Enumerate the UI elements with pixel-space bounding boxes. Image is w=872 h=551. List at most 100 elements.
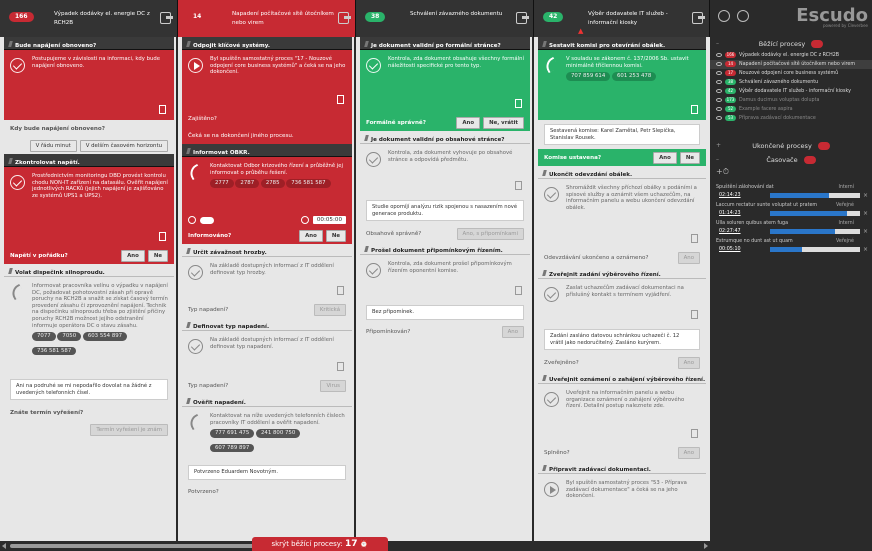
decision-button[interactable]: Ne <box>147 249 168 262</box>
running-process-item[interactable]: 38 Schválení závazného dokumentu <box>710 78 872 87</box>
comment-note[interactable]: Ani na podruhé se mi nepodařilo dovolat … <box>10 379 168 400</box>
document-icon[interactable] <box>515 99 522 108</box>
document-icon[interactable] <box>159 232 166 241</box>
scroll-right-icon[interactable] <box>704 543 708 549</box>
phone-number[interactable]: 241 800 750 <box>255 429 301 438</box>
decision-button[interactable]: Ne <box>679 151 700 164</box>
timers-header[interactable]: – Časovače <box>710 153 872 167</box>
decision-button[interactable]: Ano, s připomínkami <box>456 227 524 240</box>
document-icon[interactable] <box>515 181 522 190</box>
scroll-thumb[interactable] <box>10 544 265 548</box>
stop-icon[interactable] <box>188 216 196 224</box>
eye-icon[interactable] <box>716 52 722 57</box>
hide-running-processes-tab[interactable]: skrýt běžící procesy: 17 ⏰ <box>252 537 388 551</box>
check-icon[interactable] <box>10 175 25 190</box>
eye-icon[interactable] <box>716 115 722 120</box>
decision-button[interactable]: Ano <box>121 249 145 262</box>
timer-time[interactable]: 01:14:23 <box>719 211 741 216</box>
phone-number[interactable]: 707 859 614 <box>566 72 611 81</box>
timer-toggle[interactable] <box>200 216 214 224</box>
check-icon[interactable] <box>366 58 381 73</box>
check-icon[interactable] <box>544 187 559 202</box>
document-icon[interactable] <box>691 105 698 114</box>
decision-button[interactable]: Ano <box>501 326 524 338</box>
decision-button[interactable]: V delším časovém horizontu <box>79 139 168 152</box>
running-process-item[interactable]: 166 Výpadek dodávky el. energie DC z RCH2… <box>710 51 872 60</box>
check-icon[interactable] <box>366 152 381 167</box>
decision-button[interactable]: Ano <box>456 116 481 129</box>
phone-number[interactable]: 601 253 478 <box>611 72 657 81</box>
timer-item[interactable]: Laccum rectatur sunte voluptat ut pratem… <box>710 203 872 221</box>
document-icon[interactable] <box>337 95 344 104</box>
timer-time[interactable]: 00:05:10 <box>719 247 741 252</box>
eye-icon[interactable] <box>716 61 722 66</box>
decision-button[interactable]: Ano <box>653 151 677 164</box>
phone-number[interactable]: 603 554 897 <box>82 332 128 341</box>
phone-number[interactable]: 736 581 587 <box>32 346 77 356</box>
exit-icon[interactable] <box>516 12 529 24</box>
decision-button[interactable]: Ano <box>677 446 700 459</box>
running-process-item[interactable]: 173 Damus ducimus voluptas dolupta <box>710 96 872 105</box>
scroll-left-icon[interactable] <box>2 543 6 549</box>
document-icon[interactable] <box>691 310 698 319</box>
running-process-item[interactable]: 14 Napadení počítačové sítě útočníkem neb… <box>710 60 872 69</box>
decision-button[interactable]: Kritická <box>313 303 346 316</box>
headset-icon[interactable] <box>718 10 730 22</box>
exit-icon[interactable] <box>338 12 351 24</box>
close-icon[interactable]: × <box>863 210 868 217</box>
decision-button[interactable]: Ano <box>677 356 700 369</box>
decision-button[interactable]: Ne, vrátit <box>483 116 524 129</box>
eye-icon[interactable] <box>716 106 722 111</box>
comment-note[interactable]: Potvrzeno Eduardem Novotným. <box>188 465 346 480</box>
decision-button[interactable]: Termín vyřešení je znám <box>90 423 168 436</box>
exit-icon[interactable] <box>692 12 705 24</box>
play-icon[interactable] <box>544 482 559 497</box>
document-icon[interactable] <box>159 105 166 114</box>
running-process-item[interactable]: 42 Výběr dodavatele IT služeb - informačn… <box>710 87 872 96</box>
comment-note[interactable]: Sestavená komise: Karel Zamětal, Petr Sl… <box>544 124 700 145</box>
eye-icon[interactable] <box>716 97 722 102</box>
decision-button[interactable]: Virus <box>320 379 346 392</box>
check-icon[interactable] <box>366 263 381 278</box>
eye-icon[interactable] <box>716 70 722 75</box>
decision-button[interactable]: V řádu minut <box>29 139 77 152</box>
phone-number[interactable]: 2787 <box>235 179 260 188</box>
alarm-icon[interactable] <box>737 10 749 22</box>
check-icon[interactable] <box>188 339 203 354</box>
running-process-item[interactable]: 17 Nouzové odpojení core business systémů <box>710 69 872 78</box>
phone-number[interactable]: 2785 <box>260 179 285 188</box>
eye-icon[interactable] <box>716 79 722 84</box>
close-icon[interactable]: × <box>863 246 868 253</box>
timer-item[interactable]: Ulla soluren quibus atem fuga Interní 02:2… <box>710 221 872 239</box>
document-icon[interactable] <box>691 234 698 243</box>
phone-number[interactable]: 777 691 475 <box>210 429 255 438</box>
document-icon[interactable] <box>337 286 344 295</box>
document-icon[interactable] <box>515 286 522 295</box>
document-icon[interactable] <box>337 362 344 371</box>
comment-note[interactable]: Studie opomíjí analýzu rizik spojenou s … <box>366 200 524 221</box>
timer-time[interactable]: 02:27:47 <box>719 229 741 234</box>
decision-button[interactable]: Ano <box>299 229 323 242</box>
phone-number[interactable]: 7050 <box>57 332 82 341</box>
phone-number[interactable]: 736 581 587 <box>286 179 331 188</box>
check-icon[interactable] <box>188 265 203 280</box>
phone-number[interactable]: 607 789 897 <box>210 443 255 453</box>
play-icon[interactable] <box>188 58 203 73</box>
close-icon[interactable]: × <box>863 228 868 235</box>
running-process-item[interactable]: 52 Example facere aspira <box>710 105 872 114</box>
decision-button[interactable]: Ano <box>677 251 700 264</box>
add-timer-icon[interactable]: +⏱ <box>716 167 729 177</box>
check-icon[interactable] <box>544 287 559 302</box>
decision-button[interactable]: Ne <box>325 229 346 242</box>
phone-number[interactable]: 7077 <box>32 332 56 341</box>
running-header[interactable]: – Běžící procesy <box>710 37 872 51</box>
comment-note[interactable]: Bez připomínek. <box>366 305 524 320</box>
timer-time[interactable]: 02:14:23 <box>719 193 741 198</box>
ended-header[interactable]: + Ukončené procesy <box>710 139 872 153</box>
comment-note[interactable]: Zadání zasláno datovou schránkou uchazeč… <box>544 329 700 350</box>
timer-value[interactable]: 00:05:00 <box>312 216 346 224</box>
timer-item[interactable]: Estrumque no dunt ast ut quam Veřejné 00:0… <box>710 239 872 257</box>
running-process-item[interactable]: 53 Příprava zadávací dokumentace <box>710 114 872 123</box>
phone-number[interactable]: 2777 <box>210 179 234 188</box>
close-icon[interactable]: × <box>863 192 868 199</box>
